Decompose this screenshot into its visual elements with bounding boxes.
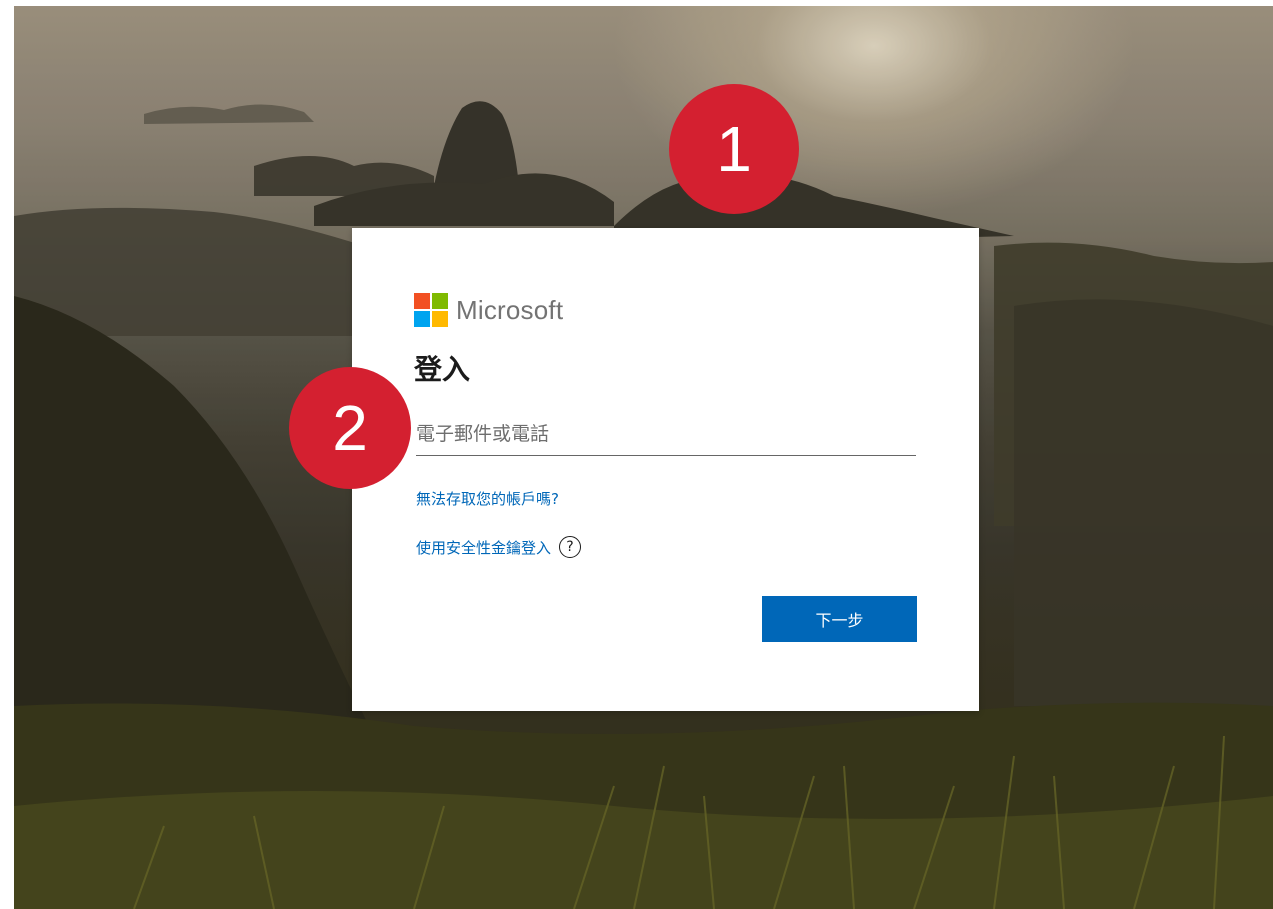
cant-access-account-link[interactable]: 無法存取您的帳戶嗎? (416, 488, 559, 509)
page-title: 登入 (414, 353, 471, 386)
login-card: Microsoft 登入 無法存取您的帳戶嗎? 使用安全性金鑰登入 ? 下一步 (352, 228, 979, 711)
help-icon-glyph: ? (566, 539, 574, 555)
step-badge-1: 1 (669, 84, 799, 214)
step-badge-2: 2 (289, 367, 411, 489)
email-or-phone-input[interactable] (416, 416, 916, 456)
security-key-row: 使用安全性金鑰登入 ? (416, 536, 582, 558)
brand-name: Microsoft (456, 294, 564, 325)
logo-square-blue (414, 311, 430, 327)
logo-square-yellow (432, 311, 448, 327)
next-button[interactable]: 下一步 (762, 596, 917, 642)
logo-square-green (432, 293, 448, 309)
security-key-signin-link[interactable]: 使用安全性金鑰登入 (416, 537, 551, 558)
logo-square-red (414, 293, 430, 309)
microsoft-logo-icon (414, 293, 448, 327)
help-circle-icon[interactable]: ? (559, 536, 582, 558)
brand-header: Microsoft (414, 292, 563, 328)
